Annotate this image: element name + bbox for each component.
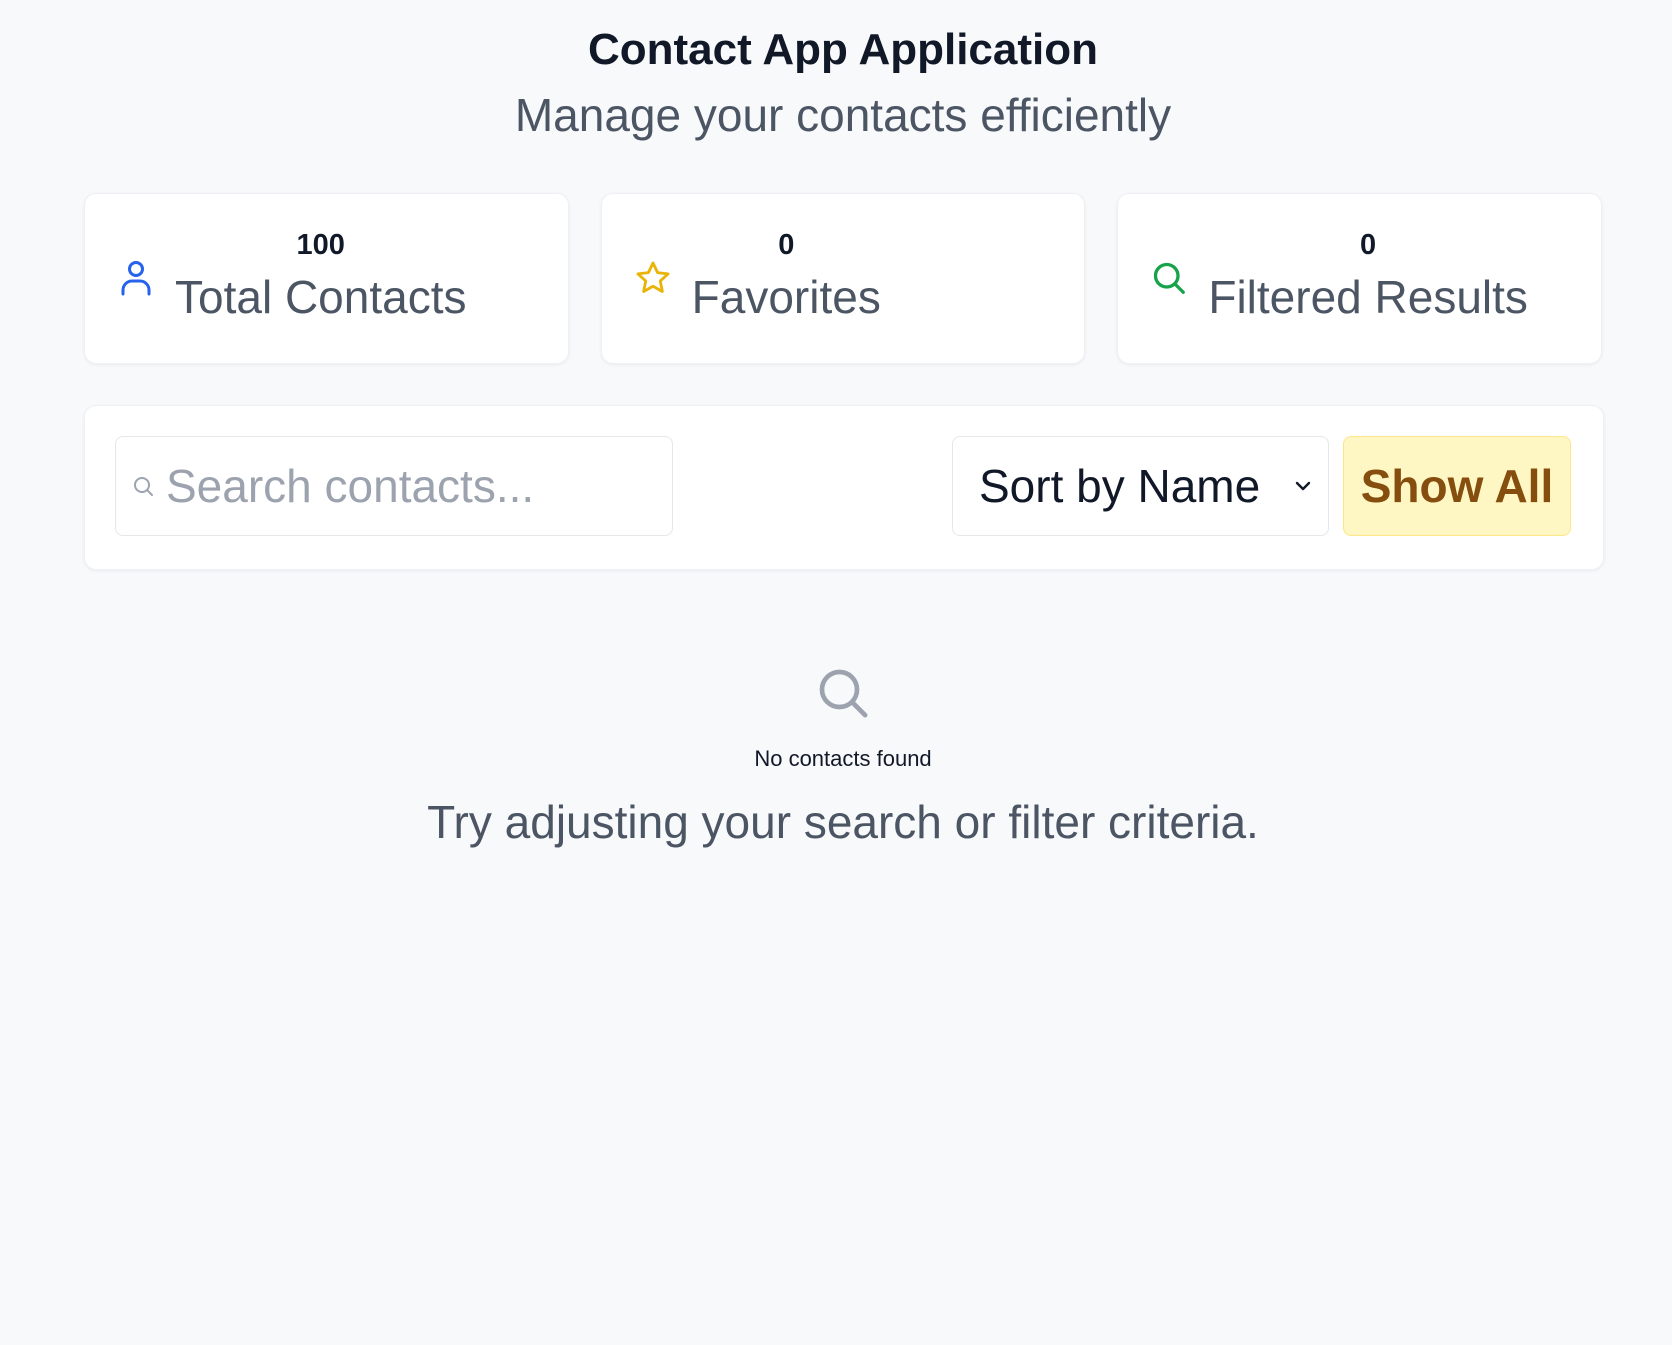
- stat-label: Favorites: [691, 271, 881, 323]
- stat-card-favorites: 0 Favorites: [600, 193, 1086, 364]
- chevron-down-icon: [1292, 477, 1314, 495]
- search-input[interactable]: [166, 437, 656, 535]
- stat-value: 0: [1360, 229, 1377, 261]
- empty-state: No contacts found Try adjusting your sea…: [0, 665, 1672, 851]
- page-title: Contact App Application: [587, 25, 1099, 74]
- show-all-button[interactable]: Show All: [1343, 436, 1571, 536]
- sort-select[interactable]: Sort by Name: [952, 436, 1329, 536]
- search-icon: [1150, 259, 1188, 297]
- search-icon: [132, 475, 156, 499]
- page-header: Contact App Application Manage your cont…: [0, 22, 1672, 144]
- stat-text: 0 Favorites: [692, 228, 881, 326]
- contact-app-page: Contact App Application Manage your cont…: [0, 0, 1672, 1345]
- user-icon: [117, 259, 155, 297]
- search-icon: [0, 665, 1672, 721]
- stat-label: Filtered Results: [1208, 271, 1528, 323]
- stat-card-total-contacts: 100 Total Contacts: [84, 193, 569, 364]
- sort-select-value: Sort by Name: [979, 460, 1261, 512]
- search-box[interactable]: [115, 436, 673, 536]
- stat-value: 0: [778, 229, 795, 261]
- contacts-toolbar: Sort by Name Show All: [84, 405, 1604, 570]
- page-subtitle: Manage your contacts efficiently: [514, 89, 1172, 141]
- empty-state-title: No contacts found: [754, 746, 932, 771]
- stat-label: Total Contacts: [175, 271, 467, 323]
- stats-row: 100 Total Contacts 0 Favorites 0 Filtere…: [84, 193, 1603, 364]
- stat-text: 0 Filtered Results: [1208, 228, 1528, 326]
- star-icon: [634, 259, 672, 297]
- empty-state-message: Try adjusting your search or filter crit…: [427, 796, 1259, 848]
- stat-value: 100: [296, 229, 345, 261]
- stat-text: 100 Total Contacts: [175, 228, 466, 326]
- stat-card-filtered-results: 0 Filtered Results: [1117, 193, 1603, 364]
